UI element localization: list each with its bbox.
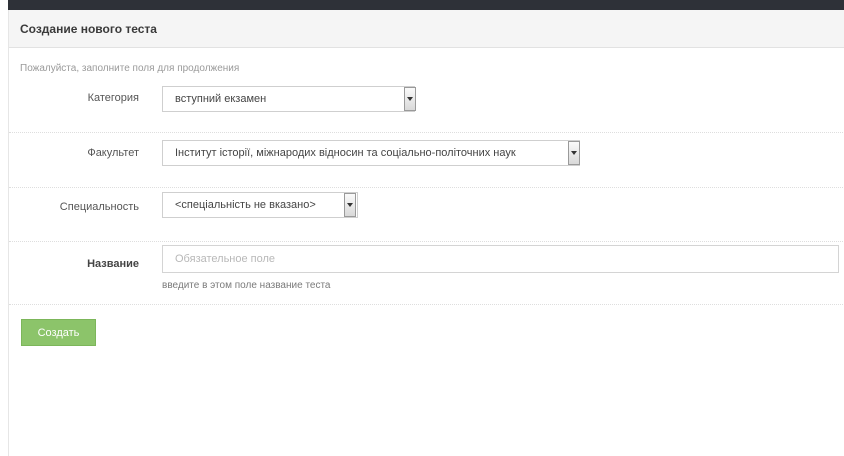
name-help-text: введите в этом поле название теста	[162, 280, 331, 291]
category-select-value: вступний екзамен	[175, 93, 267, 105]
panel-title: Создание нового теста	[20, 21, 157, 36]
chevron-down-icon[interactable]	[404, 87, 416, 111]
panel-header: Создание нового теста	[9, 10, 844, 48]
category-row: Категория вступний екзамен	[9, 80, 844, 133]
speciality-select-value: <спеціальність не вказано>	[175, 199, 316, 211]
faculty-select-value: Інститут історії, міжнародих відносин та…	[175, 147, 516, 159]
form-hint: Пожалуйста, заполните поля для продолжен…	[20, 63, 240, 74]
chevron-down-icon[interactable]	[344, 193, 356, 217]
top-bar	[8, 0, 844, 10]
chevron-down-icon[interactable]	[568, 141, 580, 165]
faculty-label: Факультет	[87, 147, 139, 159]
speciality-row: Специальность <спеціальність не вказано>	[9, 187, 844, 242]
category-select[interactable]: вступний екзамен	[162, 86, 415, 112]
name-label: Название	[87, 258, 139, 270]
category-label: Категория	[87, 92, 139, 104]
speciality-label: Специальность	[59, 201, 139, 213]
create-test-panel: Создание нового теста Пожалуйста, заполн…	[8, 10, 844, 456]
faculty-select[interactable]: Інститут історії, міжнародих відносин та…	[162, 140, 580, 166]
create-button[interactable]: Создать	[21, 319, 96, 346]
faculty-row: Факультет Інститут історії, міжнародих в…	[9, 132, 844, 188]
test-name-input[interactable]	[162, 245, 839, 273]
speciality-select[interactable]: <спеціальність не вказано>	[162, 192, 358, 218]
